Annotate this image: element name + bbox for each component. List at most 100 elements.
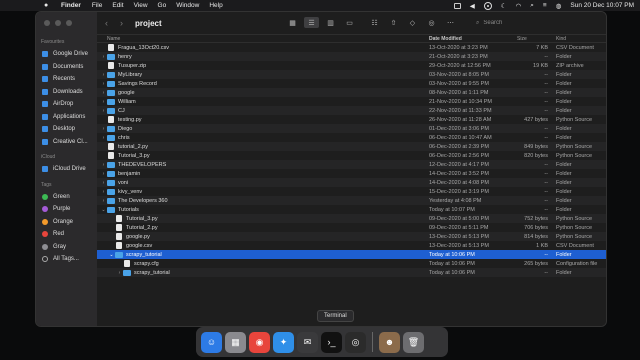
col-kind[interactable]: Kind [552,36,566,42]
sidebar-tag-5[interactable]: All Tags... [36,253,97,266]
sidebar-item-2[interactable]: Recents [36,73,97,86]
sidebar-item-7[interactable]: Creative Cl... [36,136,97,149]
disclosure-icon[interactable]: › [100,171,107,177]
disclosure-icon[interactable]: › [116,270,123,276]
file-row[interactable]: Tusuper.zip 29-Oct-2020 at 12:56 PM 19 KB Z… [97,61,606,70]
file-row[interactable]: ⌄ scrapy_tutorial Today at 10:06 PM -- Folde… [97,250,606,259]
file-row[interactable]: Tutorial_2.py 09-Dec-2020 at 5:11 PM 706 b… [97,223,606,232]
file-row[interactable]: › kivy_venv 15-Dec-2020 at 3:19 PM -- Folder [97,187,606,196]
file-row[interactable]: google.py 13-Dec-2020 at 5:13 PM 814 bytes… [97,232,606,241]
col-date-modified[interactable]: Date Modified [429,36,511,42]
photo-icon[interactable]: ☻ [379,331,400,353]
back-button[interactable]: ‹ [105,18,108,28]
sidebar-tag-0[interactable]: Green [36,191,97,204]
disclosure-icon[interactable]: › [100,126,107,132]
file-row[interactable]: testing.py 26-Nov-2020 at 11:28 AM 427 byt… [97,115,606,124]
sidebar-item-3[interactable]: Downloads [36,86,97,99]
file-row[interactable]: › voni 14-Dec-2020 at 4:08 PM -- Folder [97,178,606,187]
file-row[interactable]: › William 21-Nov-2020 at 10:34 PM -- Folder [97,97,606,106]
file-row[interactable]: › google 08-Nov-2020 at 1:11 PM -- Folder [97,88,606,97]
disclosure-icon[interactable]: › [100,54,107,60]
apple-icon[interactable]: ● [44,2,52,9]
terminal-icon[interactable]: ›_ [321,331,342,353]
menu-file[interactable]: File [92,2,102,9]
col-name[interactable]: Name [97,36,429,42]
sidebar-tag-2[interactable]: Orange [36,216,97,229]
sidebar-tag-4[interactable]: Gray [36,241,97,254]
obs-toolbar-icon[interactable]: ◎ [424,17,439,28]
menu-app-name[interactable]: Finder [61,2,81,9]
file-row[interactable]: › Savings Record 03-Nov-2020 at 9:55 PM -- F… [97,79,606,88]
file-row[interactable]: tutorial_2.py 06-Dec-2020 at 2:39 PM 849 b… [97,142,606,151]
sidebar-item-0[interactable]: Google Drive [36,48,97,61]
share-icon[interactable]: ⇧ [386,17,401,28]
disclosure-icon[interactable]: ⌄ [100,207,107,213]
control-center-icon[interactable]: ≡ [543,2,547,9]
file-row[interactable]: › The Developers 360 Yesterday at 4:08 PM -… [97,196,606,205]
sidebar-item-5[interactable]: Applications [36,111,97,124]
disclosure-icon[interactable]: › [100,99,107,105]
action-icon[interactable]: ⋯ [443,17,458,28]
siri-icon[interactable]: ◍ [556,2,562,10]
close-button[interactable] [44,20,50,26]
disclosure-icon[interactable]: › [100,162,107,168]
disclosure-icon[interactable]: › [100,198,107,204]
sidebar-item-1[interactable]: Documents [36,61,97,74]
search-input[interactable] [483,20,574,26]
sidebar-item-4[interactable]: AirDrop [36,98,97,111]
file-row[interactable]: › CJ 22-Nov-2020 at 11:33 PM -- Folder [97,106,606,115]
minimize-button[interactable] [55,20,61,26]
safari-icon[interactable]: ✦ [273,331,294,353]
file-row[interactable]: ⌄ Tutorials Today at 10:07 PM -- Folder [97,205,606,214]
file-row[interactable]: scrapy.cfg Today at 10:06 PM 265 bytes Conf… [97,259,606,268]
file-row[interactable]: › henry 21-Oct-2020 at 3:23 PM -- Folder [97,52,606,61]
file-row[interactable]: › benjamin 14-Dec-2020 at 3:52 PM -- Folder [97,169,606,178]
disclosure-icon[interactable]: › [100,90,107,96]
sidebar-tag-1[interactable]: Purple [36,203,97,216]
tag-icon[interactable]: ◇ [405,17,420,28]
file-row[interactable]: Fragua_13Oct20.csv 13-Oct-2020 at 3:23 PM… [97,43,606,52]
menu-window[interactable]: Window [176,2,199,9]
file-row[interactable]: › MyLibrary 03-Nov-2020 at 8:05 PM -- Folder [97,70,606,79]
file-row[interactable]: › THEDEVELOPERS 12-Dec-2020 at 4:17 PM -- Fo… [97,160,606,169]
trash-icon[interactable]: 🗑 [403,331,424,353]
disclosure-icon[interactable]: › [100,81,107,87]
menu-help[interactable]: Help [209,2,222,9]
wifi-icon[interactable]: ◠ [516,2,522,10]
disclosure-icon[interactable]: › [100,180,107,186]
menu-view[interactable]: View [134,2,148,9]
search-menu-icon[interactable]: ⌕ [530,2,534,10]
menu-go[interactable]: Go [158,2,167,9]
sidebar-item-6[interactable]: Desktop [36,123,97,136]
list-view-icon[interactable]: ☰ [304,17,319,28]
file-row[interactable]: Tutorial_3.py 09-Dec-2020 at 5:00 PM 752 b… [97,214,606,223]
col-size[interactable]: Size [511,36,552,42]
menu-edit[interactable]: Edit [112,2,123,9]
icon-view-icon[interactable]: ▦ [285,17,300,28]
disclosure-icon[interactable]: › [100,108,107,114]
gallery-view-icon[interactable]: ▭ [342,17,357,28]
chrome-icon[interactable]: ◉ [249,331,270,353]
record-icon[interactable] [483,1,492,10]
screen-icon[interactable] [453,2,461,9]
search-field[interactable]: ⌕ [470,17,596,29]
file-row[interactable]: › scrapy_tutorial Today at 10:06 PM -- Folde… [97,268,606,277]
volume-icon[interactable]: ◀ [470,2,475,10]
finder-icon[interactable]: ☺ [201,331,222,353]
app-store-icon[interactable]: ✉ [297,331,318,353]
clock[interactable]: Sun 20 Dec 10:07 PM [570,2,634,9]
moon-icon[interactable]: ☾ [501,2,507,10]
group-icon[interactable]: ☷ [367,17,382,28]
file-row[interactable]: Tutorial_3.py 06-Dec-2020 at 2:56 PM 820 b… [97,151,606,160]
obs-icon[interactable]: ◎ [345,331,366,353]
forward-button[interactable]: › [120,18,123,28]
column-view-icon[interactable]: ▥ [323,17,338,28]
disclosure-icon[interactable]: › [100,135,107,141]
disclosure-icon[interactable]: ⌄ [108,252,115,258]
disclosure-icon[interactable]: › [100,189,107,195]
file-row[interactable]: google.csv 13-Dec-2020 at 5:13 PM 1 KB CSV … [97,241,606,250]
sidebar-tag-3[interactable]: Red [36,228,97,241]
disclosure-icon[interactable]: › [100,72,107,78]
file-row[interactable]: › chris 06-Dec-2020 at 10:47 AM -- Folder [97,133,606,142]
sidebar-item-icloud-drive[interactable]: iCloud Drive [36,163,97,176]
